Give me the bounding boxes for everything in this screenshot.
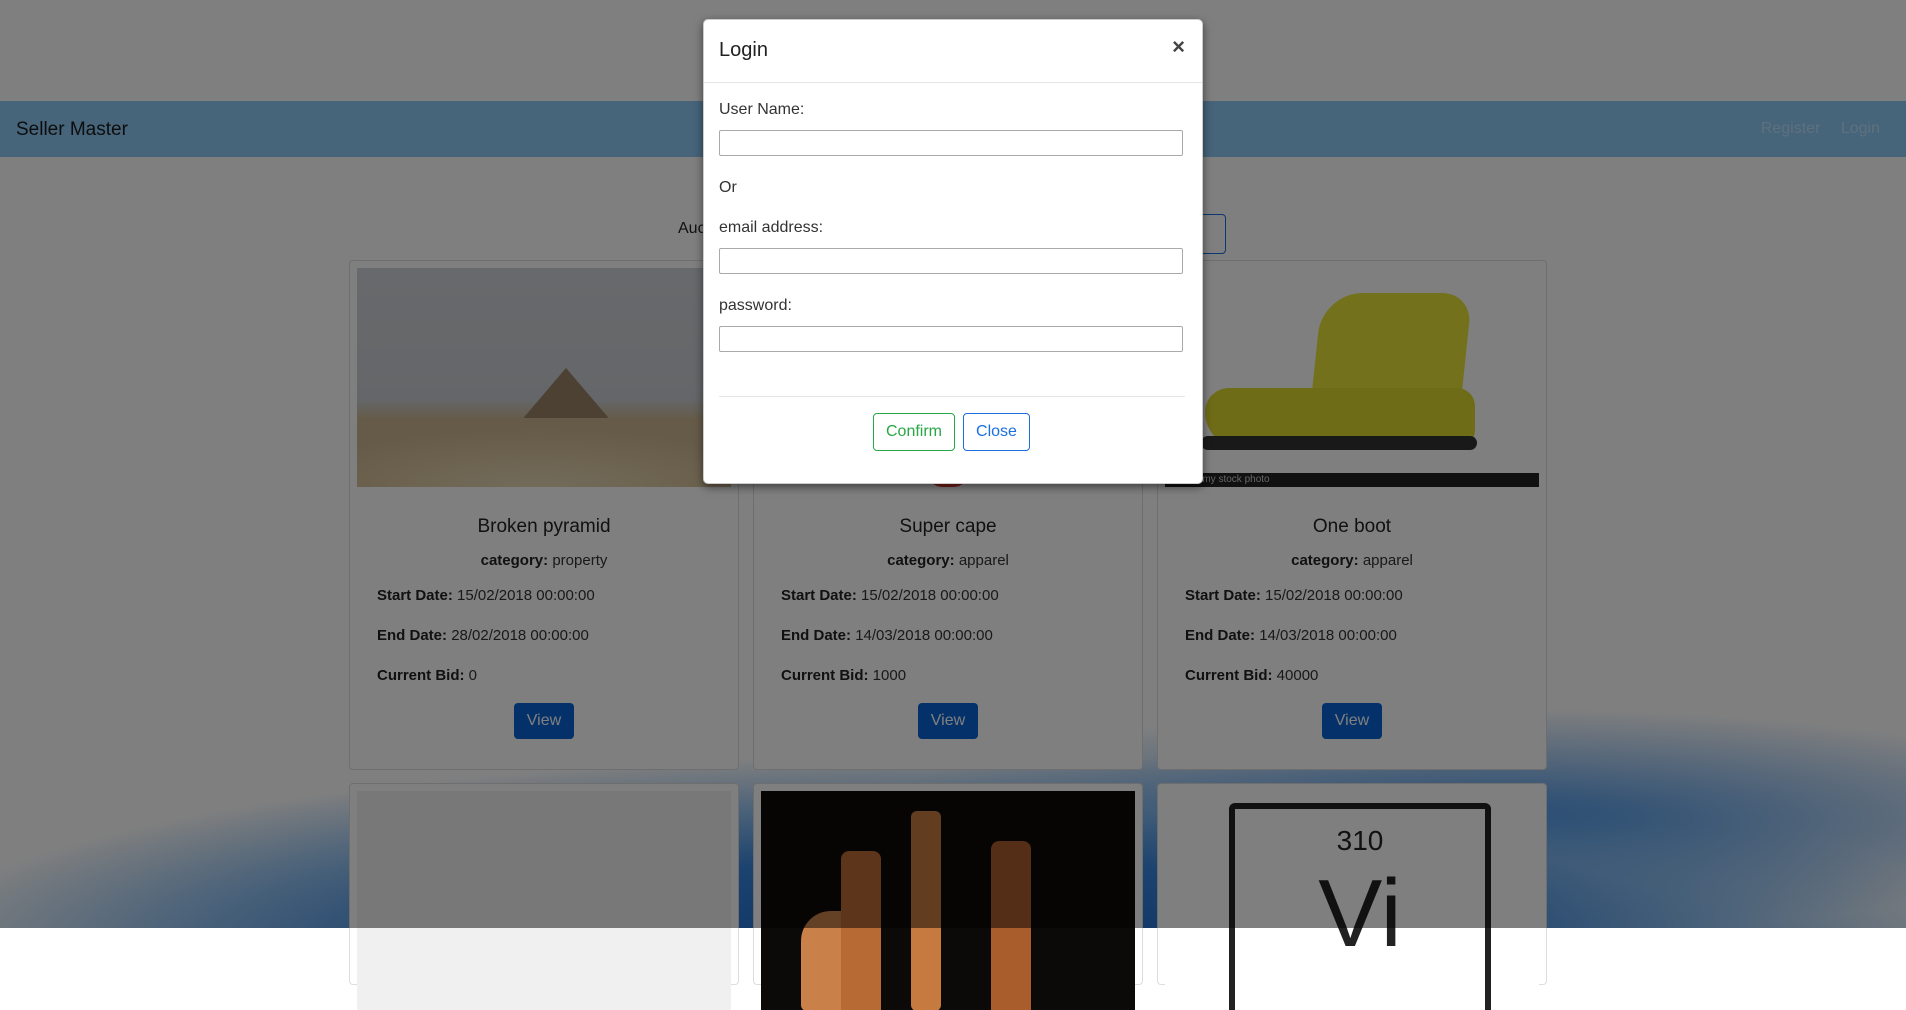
modal-divider <box>719 396 1185 397</box>
modal-divider <box>704 82 1202 83</box>
confirm-button[interactable]: Confirm <box>873 413 955 451</box>
password-input[interactable] <box>719 326 1183 352</box>
close-icon[interactable]: × <box>1172 34 1185 60</box>
email-label: email address: <box>719 219 824 236</box>
username-input[interactable] <box>719 130 1183 156</box>
close-button[interactable]: Close <box>963 413 1030 451</box>
login-modal: Login × User Name: Or email address: pas… <box>703 19 1203 484</box>
or-label: Or <box>719 179 737 196</box>
username-label: User Name: <box>719 101 805 118</box>
modal-title: Login <box>719 39 768 61</box>
email-input[interactable] <box>719 248 1183 274</box>
password-label: password: <box>719 297 792 314</box>
